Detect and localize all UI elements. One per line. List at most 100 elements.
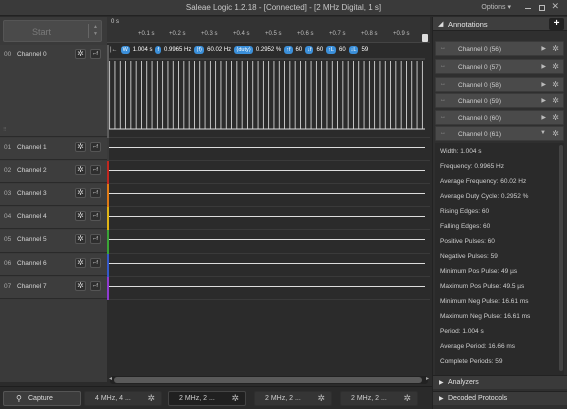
gear-icon[interactable]: ✲ [75, 281, 86, 291]
gear-icon[interactable]: ✲ [75, 234, 86, 244]
channel-2-lane[interactable] [107, 161, 430, 184]
falling-badge: ↓f [305, 45, 314, 54]
start-options-icon[interactable]: ▲ ▼ [93, 24, 98, 38]
gear-icon[interactable]: ✲ [552, 80, 559, 89]
trigger-icon[interactable]: ⌐f [90, 165, 101, 175]
channel-row-1[interactable]: 01 Channel 1 ✲ ⌐f [0, 138, 107, 160]
scroll-left-icon[interactable]: ◂ [109, 375, 112, 382]
gear-icon[interactable]: ✲ [75, 142, 86, 152]
play-icon[interactable]: ▶ [541, 45, 546, 52]
gear-icon[interactable]: ✲ [317, 393, 325, 404]
trigger-icon[interactable]: ⌐f [90, 142, 101, 152]
trigger-icon[interactable]: ⌐f [90, 188, 101, 198]
frequency-badge: f [155, 45, 161, 54]
ruler-tick: +0.5 s [265, 31, 282, 37]
ruler-tick: +0.7 s [329, 31, 346, 37]
scroll-right-icon[interactable]: ▸ [426, 375, 429, 382]
session-tab[interactable]: 2 MHz, 2 ... ✲ [340, 391, 418, 406]
channel-row-6[interactable]: 06 Channel 6 ✲ ⌐f [0, 254, 107, 276]
trigger-icon[interactable]: ⌐f [90, 49, 101, 59]
ruler-tick: +0.6 s [297, 31, 314, 37]
gear-icon[interactable]: ✲ [552, 113, 559, 122]
ruler-handle[interactable] [422, 34, 428, 42]
channel-1-lane[interactable] [107, 138, 430, 161]
expand-icon[interactable]: ▼ [540, 130, 546, 136]
channel-row-0[interactable]: 00 Channel 0 ✲ ⌐f ⠿ [0, 45, 107, 137]
gear-icon[interactable]: ✲ [75, 258, 86, 268]
time-ruler[interactable]: 0 s +0.1 s +0.2 s +0.3 s +0.4 s +0.5 s +… [107, 17, 430, 43]
waveform-area[interactable]: 0 s +0.1 s +0.2 s +0.3 s +0.4 s +0.5 s +… [107, 17, 430, 382]
session-tab[interactable]: 4 MHz, 4 ... ✲ [84, 391, 162, 406]
gear-icon[interactable]: ✲ [403, 393, 411, 404]
session-tab[interactable]: 2 MHz, 2 ... ✲ [254, 391, 332, 406]
channel-row-3[interactable]: 03 Channel 3 ✲ ⌐f [0, 184, 107, 206]
ruler-tick: +0.3 s [201, 31, 218, 37]
gear-icon[interactable]: ✲ [75, 188, 86, 198]
channel-4-lane[interactable] [107, 207, 430, 230]
details-scrollbar[interactable] [559, 145, 563, 371]
annotation-details: Width: 1.004 s Frequency: 0.9965 Hz Aver… [435, 143, 564, 376]
annotation-item-selected[interactable]: ↔ Channel 0 (61) ▼ ✲ [435, 126, 564, 141]
annotation-item[interactable]: ↔ Channel 0 (57) ▶ ✲ [435, 59, 564, 74]
options-menu[interactable]: Options ▾ [481, 3, 511, 11]
gear-icon[interactable]: ✲ [552, 44, 559, 53]
gear-icon[interactable]: ✲ [552, 96, 559, 105]
gear-icon[interactable]: ✲ [75, 211, 86, 221]
play-icon[interactable]: ▶ [541, 81, 546, 88]
channel-row-5[interactable]: 05 Channel 5 ✲ ⌐f [0, 230, 107, 253]
channel-row-2[interactable]: 02 Channel 2 ✲ ⌐f [0, 161, 107, 183]
scrollbar-thumb[interactable] [114, 377, 422, 383]
detail-avg-duty: Average Duty Cycle: 0.2952 % [440, 193, 529, 200]
gear-icon[interactable]: ✲ [147, 393, 155, 404]
trigger-icon[interactable]: ⌐f [90, 258, 101, 268]
channel-name: Channel 4 [17, 213, 47, 220]
channel-row-4[interactable]: 04 Channel 4 ✲ ⌐f [0, 207, 107, 229]
annotation-item[interactable]: ↔ Channel 0 (56) ▶ ✲ [435, 41, 564, 56]
capture-tab[interactable]: ⚲ Capture [3, 391, 81, 406]
channel-3-signal [107, 193, 425, 194]
gear-icon[interactable]: ✲ [552, 129, 559, 138]
play-icon[interactable]: ▶ [541, 63, 546, 70]
collapse-icon[interactable]: ◢ [438, 20, 443, 28]
trigger-icon[interactable]: ⌐f [90, 281, 101, 291]
channel-row-7[interactable]: 07 Channel 7 ✲ ⌐f [0, 277, 107, 299]
play-icon[interactable]: ▶ [541, 97, 546, 104]
annotation-item[interactable]: ↔ Channel 0 (60) ▶ ✲ [435, 110, 564, 125]
channel-0-lane[interactable]: |← W 1.004 s f 0.9965 Hz ⟨f⟩ 60.02 Hz ⟨d… [107, 45, 430, 138]
annotation-item[interactable]: ↔ Channel 0 (58) ▶ ✲ [435, 77, 564, 92]
trigger-icon[interactable]: ⌐f [90, 234, 101, 244]
gear-icon[interactable]: ✲ [75, 165, 86, 175]
annotation-item[interactable]: ↔ Channel 0 (59) ▶ ✲ [435, 93, 564, 108]
analyzers-header[interactable]: ▶ Analyzers [433, 375, 567, 389]
channel-5-signal [107, 239, 425, 240]
channel-name: Channel 1 [17, 144, 47, 151]
gear-icon[interactable]: ✲ [231, 393, 239, 404]
channel-3-lane[interactable] [107, 184, 430, 207]
close-icon[interactable]: ✕ [551, 1, 559, 12]
channel-number: 05 [4, 236, 12, 243]
start-button[interactable]: Start ▲ ▼ [3, 20, 102, 42]
annotation-label: Channel 0 (60) [458, 115, 501, 122]
channel-name: Channel 0 [17, 51, 47, 58]
gear-icon[interactable]: ✲ [552, 62, 559, 71]
add-annotation-button[interactable]: + [549, 18, 564, 30]
channel-5-lane[interactable] [107, 230, 430, 254]
gear-icon[interactable]: ✲ [75, 49, 86, 59]
trigger-icon[interactable]: ⌐f [90, 211, 101, 221]
play-icon[interactable]: ▶ [541, 114, 546, 121]
detail-max-pos-pulse: Maximum Pos Pulse: 49.5 µs [440, 283, 525, 290]
maximize-icon[interactable] [539, 5, 545, 11]
horizontal-scrollbar[interactable]: ◂ ▸ [109, 375, 429, 384]
decoded-protocols-header[interactable]: ▶ Decoded Protocols [433, 391, 567, 405]
drag-handle-icon[interactable]: ⠿ [3, 127, 7, 133]
minimize-icon[interactable] [525, 5, 531, 9]
detail-complete-periods: Complete Periods: 59 [440, 358, 503, 365]
channel-6-lane[interactable] [107, 254, 430, 277]
channel-7-lane[interactable] [107, 277, 430, 300]
annotation-label: Channel 0 (57) [458, 64, 501, 71]
expand-icon[interactable]: ▶ [439, 395, 444, 402]
session-tab-active[interactable]: 2 MHz, 2 ... ✲ [168, 391, 246, 406]
annotations-header[interactable]: ◢ Annotations + [433, 17, 567, 31]
ruler-start-label: 0 s [111, 19, 120, 25]
expand-icon[interactable]: ▶ [439, 379, 444, 386]
